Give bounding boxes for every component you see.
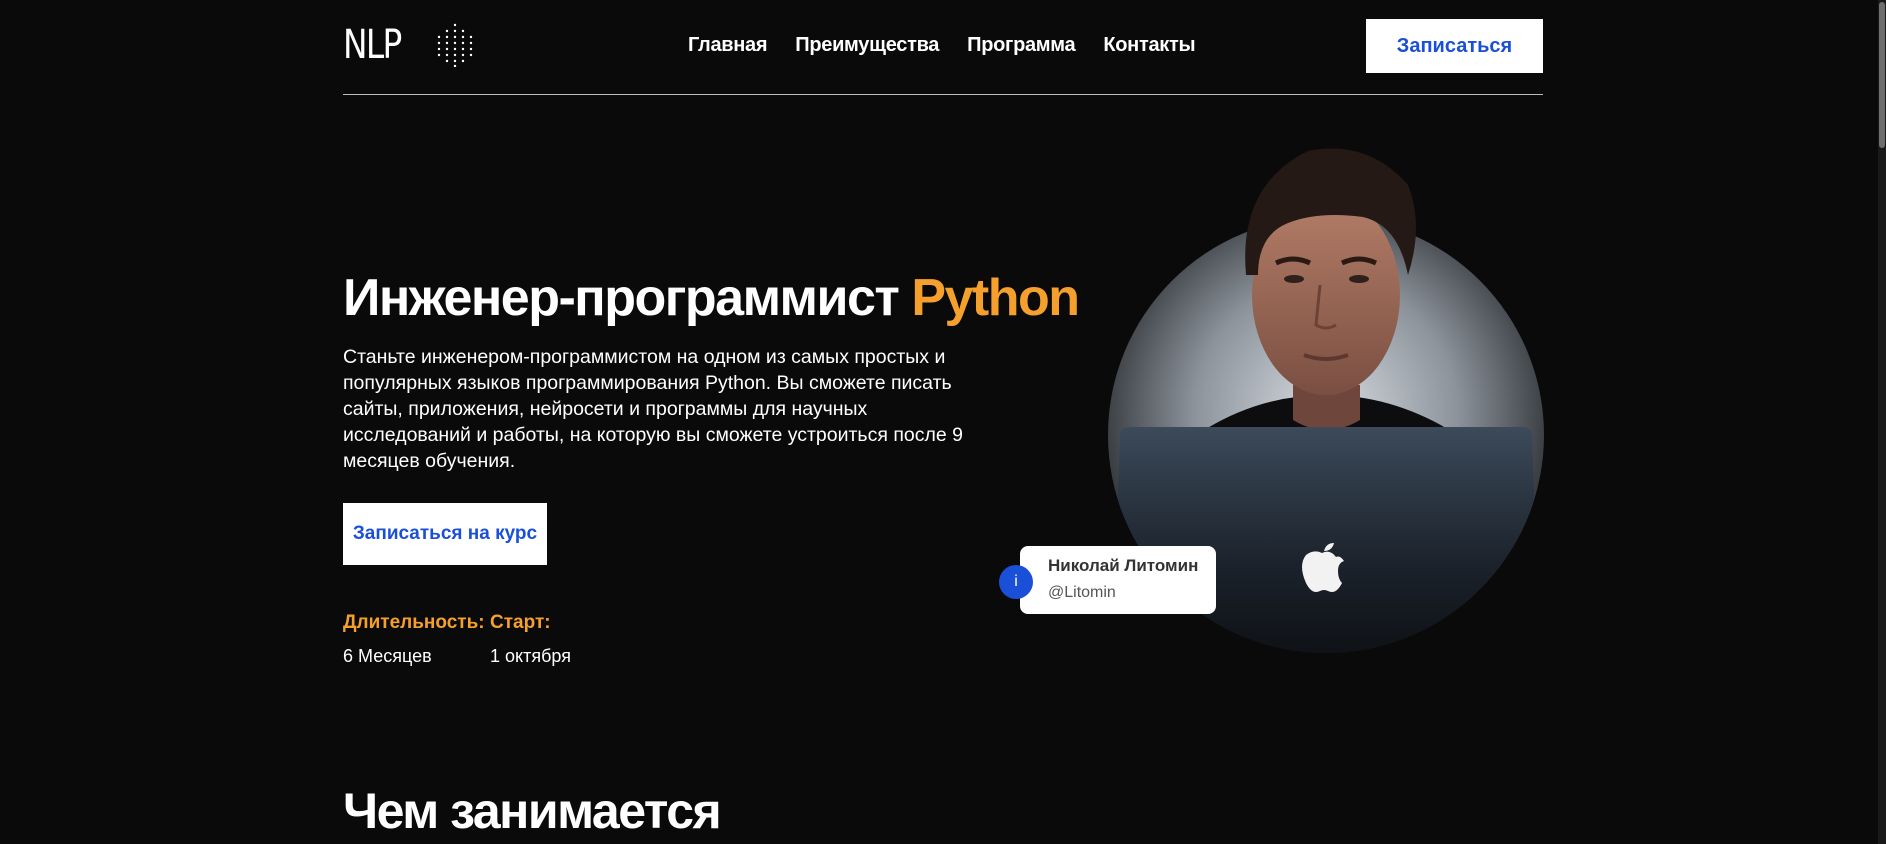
author-card: Николай Литомин @Litomin	[1020, 546, 1216, 614]
signup-button[interactable]: Записаться	[1366, 19, 1543, 73]
duration-label: Длительность:	[343, 612, 485, 633]
hero-title-accent: Python	[911, 269, 1080, 327]
duration-value: 6 Месяцев	[343, 646, 432, 666]
nav-item-program[interactable]: Программа	[967, 34, 1076, 57]
enroll-course-button[interactable]: Записаться на курс	[343, 503, 547, 565]
nav-item-home[interactable]: Главная	[688, 34, 768, 57]
duration-block: Длительность: 6 Месяцев	[343, 612, 485, 667]
author-handle[interactable]: @Litomin	[1048, 584, 1116, 602]
start-block: Старт: 1 октября	[490, 612, 571, 667]
page: NLP Главная Преимущества Программа Конта…	[0, 0, 1886, 844]
author-name: Николай Литомин	[1048, 556, 1199, 575]
section-title: Чем занимается	[343, 783, 722, 839]
start-label: Старт:	[490, 612, 551, 633]
scrollbar-thumb[interactable]	[1879, 2, 1885, 148]
info-icon[interactable]: i	[999, 565, 1033, 599]
start-value: 1 октября	[490, 646, 571, 666]
hero-title: Инженер-программист Python	[343, 268, 1080, 328]
logo-text: NLP	[343, 22, 402, 68]
nav-item-advantages[interactable]: Преимущества	[795, 34, 939, 57]
header-divider	[343, 94, 1543, 95]
main-nav: Главная Преимущества Программа Контакты	[688, 34, 1223, 57]
nav-item-contacts[interactable]: Контакты	[1103, 34, 1195, 57]
logo-dots-icon	[438, 23, 473, 67]
hero-title-main: Инженер-программист	[343, 269, 912, 327]
hero-description: Станьте инженером-программистом на одном…	[343, 346, 963, 472]
scrollbar[interactable]	[1878, 0, 1886, 844]
logo[interactable]: NLP	[343, 22, 475, 68]
